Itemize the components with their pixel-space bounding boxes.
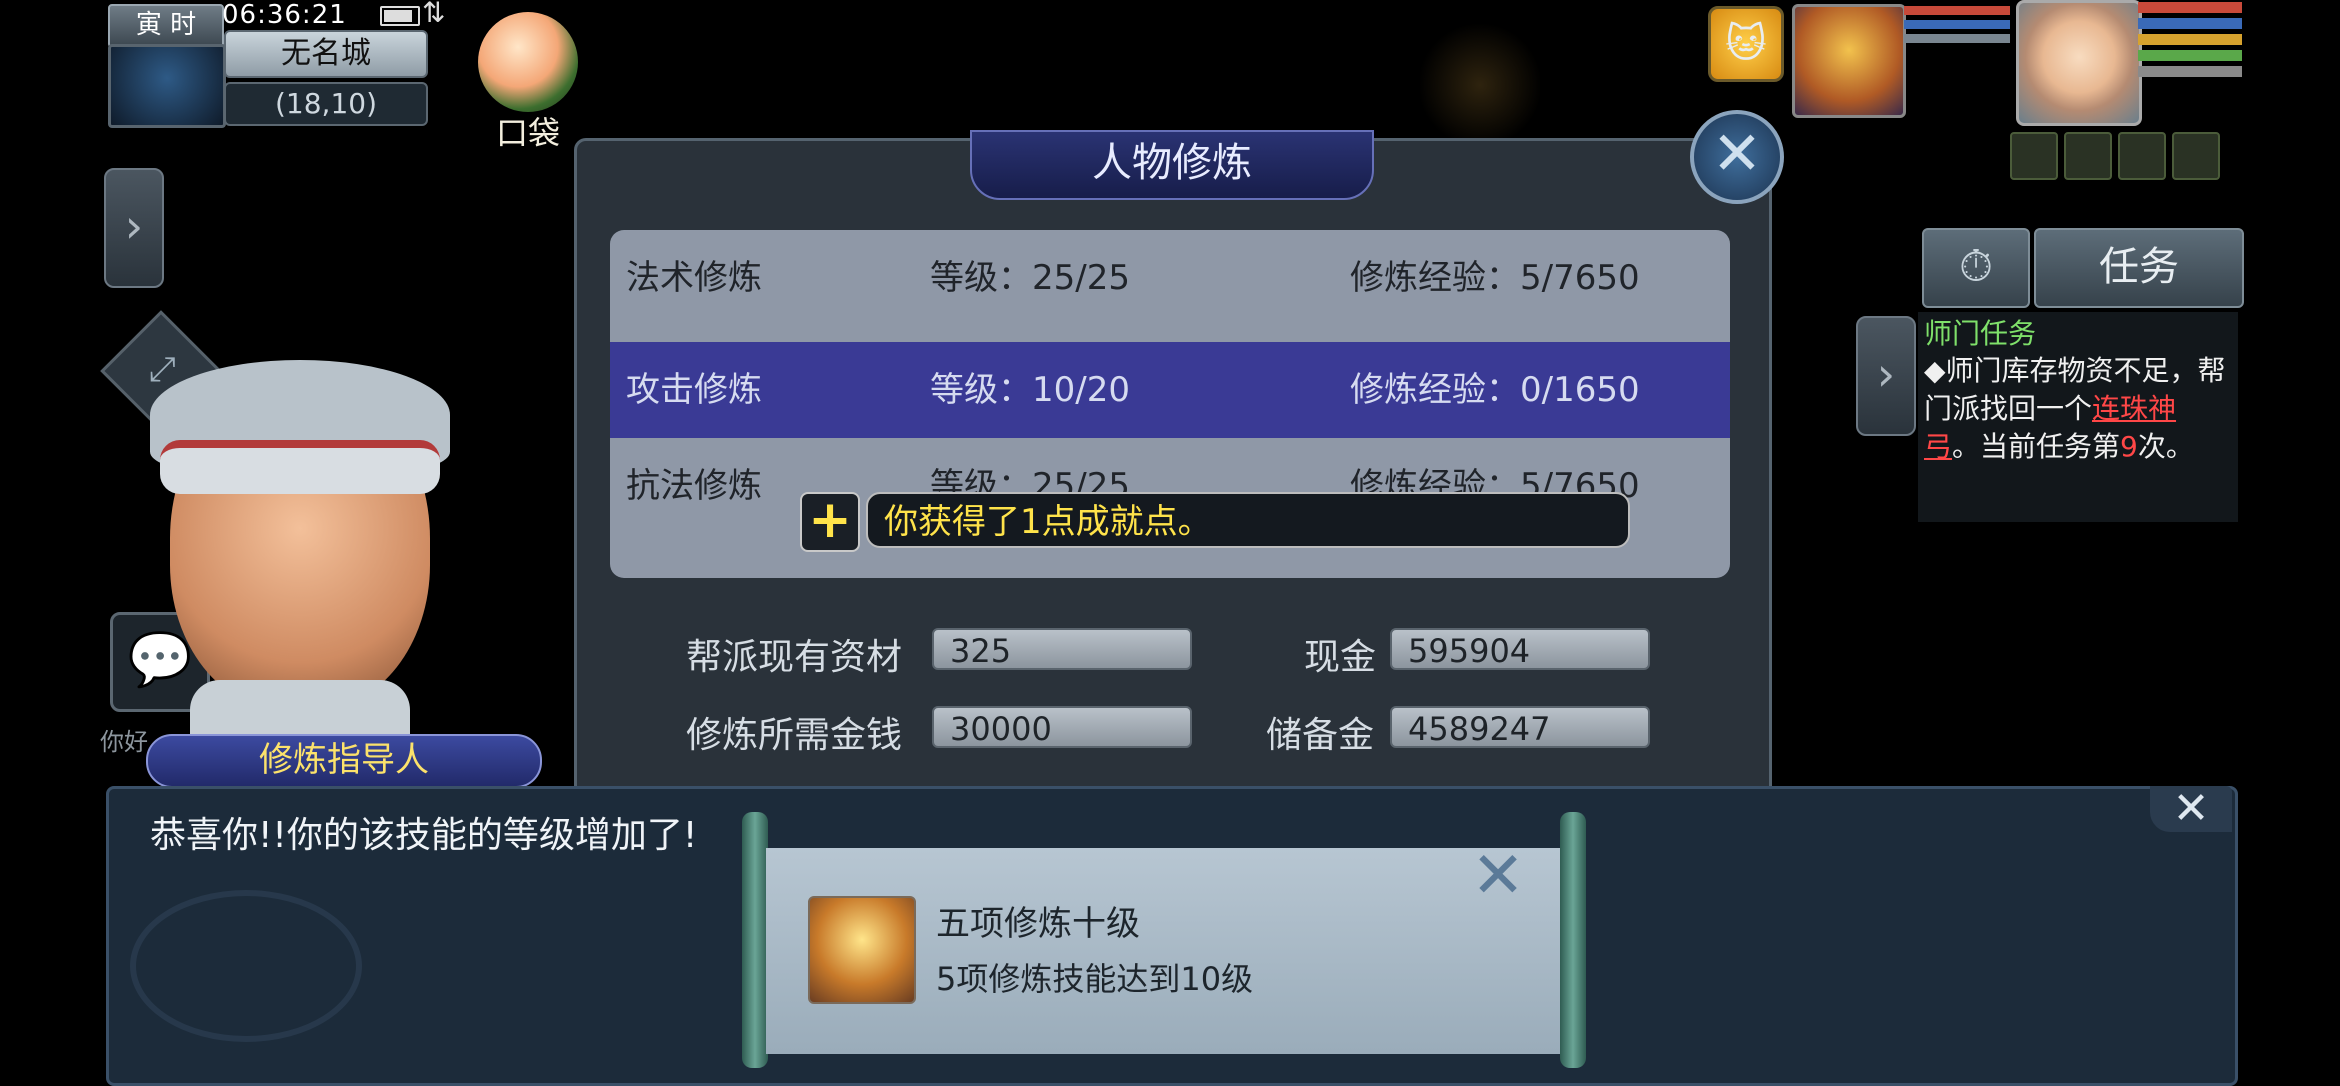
clock: 06:36:21 bbox=[222, 0, 347, 30]
list-row-selected[interactable]: 攻击修炼 等级：10/20 修炼经验：0/1650 bbox=[610, 342, 1730, 438]
bag-button[interactable]: 口袋 bbox=[470, 12, 586, 152]
left-panel-toggle[interactable]: › bbox=[104, 168, 164, 288]
bag-label: 口袋 bbox=[495, 114, 560, 152]
buff-icon-1[interactable] bbox=[2010, 132, 2058, 180]
reserve-value: 4589247 bbox=[1390, 706, 1650, 748]
stopwatch-icon: ⏱ bbox=[1958, 241, 1994, 292]
achievement-toast: + 你获得了1点成就点。 bbox=[800, 492, 1630, 552]
panel-title: 人物修炼 bbox=[970, 130, 1374, 200]
minimap-thumbnail[interactable] bbox=[108, 44, 226, 128]
minimap-status[interactable]: 寅 时 06:36:21 ⇅ 无名城 (18,10) bbox=[100, 0, 445, 128]
achievement-title: 五项修炼十级 bbox=[936, 904, 1140, 944]
bag-icon bbox=[478, 12, 578, 112]
scroll-rod-right bbox=[1560, 812, 1586, 1068]
background-lamp bbox=[1420, 20, 1540, 150]
task-description: ◆师门库存物资不足，帮门派找回一个连珠神弓。当前任务第9次。 bbox=[1924, 354, 2226, 463]
close-panel-button[interactable]: ✕ bbox=[1690, 110, 1784, 204]
battery-icon bbox=[380, 6, 420, 26]
cloud-ornament bbox=[130, 890, 362, 1042]
close-dialog-button[interactable]: ✕ bbox=[2150, 786, 2232, 832]
close-achievement-button[interactable]: ✕ bbox=[1468, 844, 1528, 908]
treasure-box-icon bbox=[808, 896, 916, 1004]
plus-icon: + bbox=[800, 492, 860, 552]
reserve-label: 储备金 bbox=[1266, 715, 1375, 756]
list-row[interactable]: 法术修炼 等级：25/25 修炼经验：5/7650 bbox=[610, 230, 1730, 326]
coordinates: (18,10) bbox=[224, 82, 428, 126]
buff-icon-3[interactable] bbox=[2118, 132, 2166, 180]
cash-label: 现金 bbox=[1304, 637, 1377, 678]
dialog-text: 恭喜你!!你的该技能的等级增加了! bbox=[150, 815, 698, 856]
task-tracker[interactable]: 师门任务 ◆师门库存物资不足，帮门派找回一个连珠神弓。当前任务第9次。 bbox=[1918, 312, 2238, 522]
npc-name-plate: 修炼指导人 bbox=[146, 734, 542, 788]
buff-icon-2[interactable] bbox=[2064, 132, 2112, 180]
pet-portrait[interactable] bbox=[1792, 4, 1906, 118]
scroll-rod-left bbox=[742, 812, 768, 1068]
achievement-description: 5项修炼技能达到10级 bbox=[936, 960, 1254, 998]
city-name[interactable]: 无名城 bbox=[224, 30, 428, 78]
guild-resources-label: 帮派现有资材 bbox=[686, 637, 903, 678]
npc-headband bbox=[160, 440, 440, 494]
game-time-tag: 寅 时 bbox=[108, 4, 224, 48]
character-status-bars bbox=[2138, 2, 2242, 82]
chat-preview: 你好 bbox=[100, 728, 148, 756]
guild-resources-value: 325 bbox=[932, 628, 1192, 670]
toast-message: 你获得了1点成就点。 bbox=[866, 492, 1630, 548]
timer-button[interactable]: ⏱ bbox=[1922, 228, 2030, 308]
task-title: 师门任务 bbox=[1924, 317, 2037, 350]
task-panel-toggle[interactable]: › bbox=[1856, 316, 1916, 436]
cat-icon[interactable]: 🐱 bbox=[1708, 6, 1784, 82]
npc-portrait bbox=[150, 360, 450, 780]
signal-icon: ⇅ bbox=[422, 0, 446, 29]
buff-icon-4[interactable] bbox=[2172, 132, 2220, 180]
task-button[interactable]: 任务 bbox=[2034, 228, 2244, 308]
cash-value: 595904 bbox=[1390, 628, 1650, 670]
character-portrait[interactable] bbox=[2016, 0, 2142, 126]
cost-value: 30000 bbox=[932, 706, 1192, 748]
watermark-logo bbox=[2190, 990, 2330, 1072]
cost-label: 修炼所需金钱 bbox=[686, 715, 903, 756]
pet-status-bars bbox=[1904, 6, 2010, 48]
